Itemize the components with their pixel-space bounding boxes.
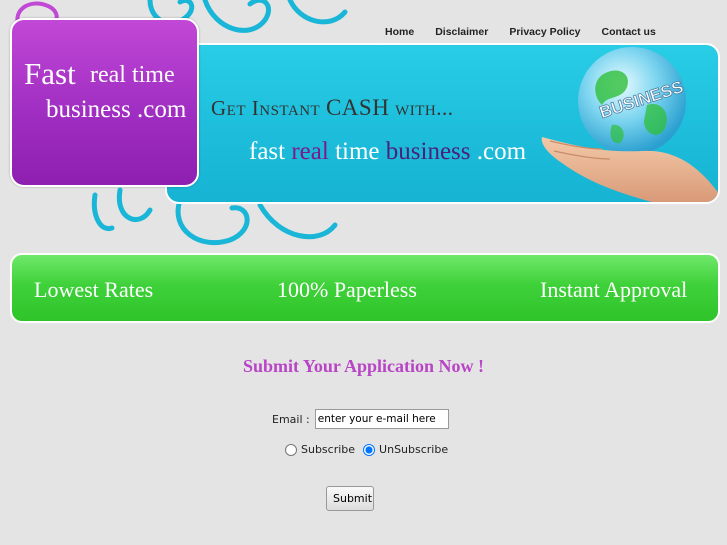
nav-contact-us-link[interactable]: Contact us bbox=[602, 26, 656, 38]
unsubscribe-label: UnSubscribe bbox=[379, 443, 449, 456]
site-com: .com bbox=[470, 138, 527, 165]
site-time: time bbox=[328, 138, 386, 165]
nav-disclaimer-link[interactable]: Disclaimer bbox=[435, 26, 488, 38]
site-fast: fast bbox=[249, 138, 292, 165]
subscribe-label: Subscribe bbox=[301, 443, 356, 456]
tagline-suffix: with... bbox=[389, 96, 454, 120]
globe-in-hands-icon: BUSINESS bbox=[541, 47, 718, 202]
email-input[interactable] bbox=[314, 409, 449, 429]
logo-line-fast: Fast bbox=[24, 56, 76, 91]
tagline-cash: CASH bbox=[325, 95, 390, 120]
unsubscribe-radio[interactable] bbox=[363, 443, 376, 456]
nav-privacy-policy-link[interactable]: Privacy Policy bbox=[509, 26, 580, 38]
feature-instant-approval: Instant Approval bbox=[540, 277, 688, 302]
site-logo[interactable]: Fast real time business .com bbox=[10, 18, 199, 187]
subscribe-radio[interactable] bbox=[285, 443, 297, 456]
site-business: business bbox=[385, 138, 471, 165]
logo-line-real-time: real time bbox=[90, 62, 175, 88]
features-bar: Lowest Rates 100% Paperless Instant Appr… bbox=[10, 253, 720, 323]
email-label: Email : bbox=[272, 412, 310, 426]
form-heading: Submit Your Application Now ! bbox=[242, 356, 485, 376]
subscription-options: Subscribe UnSubscribe bbox=[283, 443, 448, 456]
banner-site-name: fast real time business .com bbox=[249, 138, 526, 166]
top-nav: Home Disclaimer Privacy Policy Contact u… bbox=[385, 26, 656, 38]
logo-line-business-com: business .com bbox=[46, 96, 187, 123]
tagline-prefix: Get Instant bbox=[211, 96, 326, 120]
site-real: real bbox=[291, 138, 329, 165]
banner-tagline: Get Instant CASH with... bbox=[211, 95, 453, 121]
nav-home-link[interactable]: Home bbox=[385, 26, 414, 38]
feature-paperless: 100% Paperless bbox=[277, 277, 417, 302]
feature-lowest-rates: Lowest Rates bbox=[34, 277, 154, 302]
submit-button[interactable]: Submit bbox=[326, 486, 374, 511]
email-row: Email : bbox=[272, 409, 449, 429]
hero-banner: Get Instant CASH with... fast real time … bbox=[165, 43, 720, 204]
